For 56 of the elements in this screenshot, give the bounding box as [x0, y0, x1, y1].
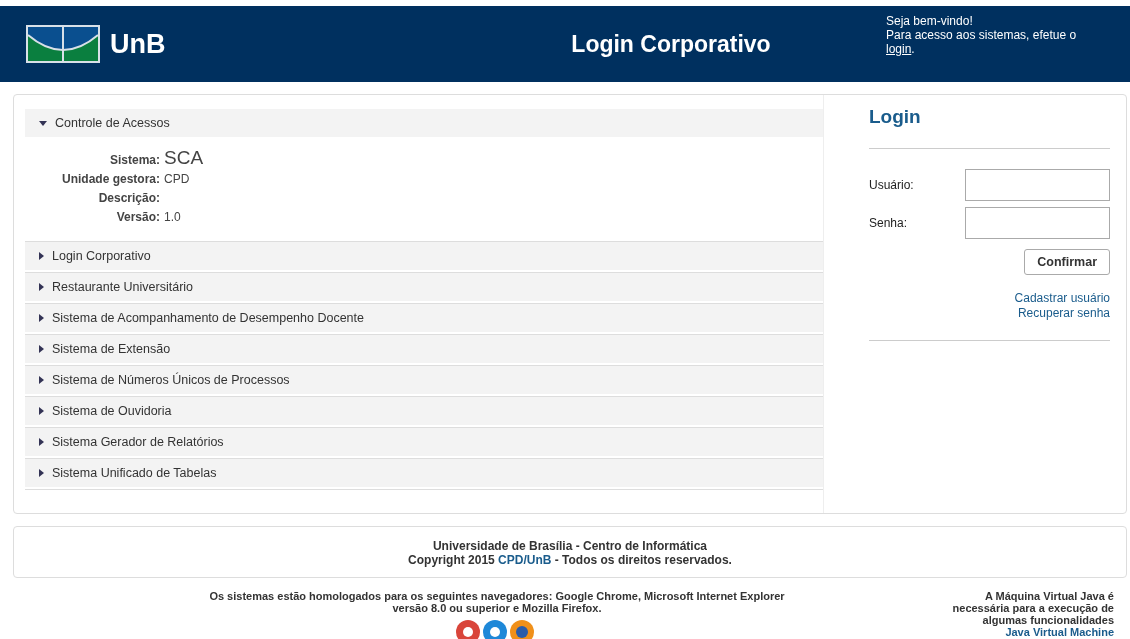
- accordion-title: Sistema de Extensão: [52, 342, 171, 356]
- browser-note: Os sistemas estão homologados para os seguintes navegadores: Google Chrome, Microsoft Internet Explorer: [208, 590, 786, 602]
- browser-note: versão 8.0 ou superior e Mozilla Firefox.: [391, 602, 603, 614]
- caret-icon: [39, 469, 44, 477]
- caret-icon: [39, 314, 44, 322]
- caret-icon: [39, 252, 44, 260]
- java-note: algumas funcionalidades: [981, 614, 1114, 626]
- login-option-link[interactable]: Recuperar senha: [1017, 306, 1110, 320]
- caret-icon: [39, 120, 47, 126]
- accordion-title: Login Corporativo: [52, 249, 151, 263]
- accordion-title: Sistema de Ouvidoria: [52, 404, 172, 418]
- java-note: necessária para a execução de: [951, 602, 1114, 614]
- footer-text: Universidade de Brasília - Centro de Informática: [431, 539, 709, 553]
- accordion-header[interactable]: Sistema de Acompanhamento de Desempenho Docente: [25, 304, 823, 332]
- accordion-title: Sistema Unificado de Tabelas: [52, 466, 217, 480]
- accordion-header[interactable]: Login Corporativo: [25, 242, 823, 270]
- field-label: Senha:: [869, 216, 908, 230]
- detail-label: Versão:: [115, 210, 160, 224]
- input-field[interactable]: [965, 207, 1110, 239]
- detail-value: 1.0: [164, 210, 181, 224]
- accordion-header[interactable]: Sistema Gerador de Relatórios: [25, 428, 823, 456]
- logo-icon: [26, 25, 100, 63]
- accordion-header[interactable]: Sistema de Extensão: [25, 335, 823, 363]
- page-title: Login Corporativo: [570, 30, 772, 58]
- caret-icon: [39, 438, 44, 446]
- login-title: Login: [869, 105, 922, 128]
- accordion-title: Controle de Acessos: [55, 116, 170, 130]
- caret-icon: [39, 283, 44, 291]
- detail-label: Unidade gestora:: [61, 172, 160, 186]
- field-label: Usuário:: [869, 178, 914, 192]
- accordion-title: Sistema Gerador de Relatórios: [52, 435, 224, 449]
- accordion-header[interactable]: Sistema de Ouvidoria: [25, 397, 823, 425]
- caret-icon: [39, 407, 44, 415]
- caret-icon: [39, 376, 44, 384]
- accordion-header[interactable]: Sistema Unificado de Tabelas: [25, 459, 823, 487]
- detail-value: CPD: [164, 172, 190, 186]
- java-note: A Máquina Virtual Java é: [984, 590, 1114, 602]
- accordion-title: Sistema de Números Únicos de Processos: [52, 373, 290, 387]
- confirm-button[interactable]: Confirmar: [1024, 249, 1110, 275]
- welcome-text: Para acesso aos sistemas, efetue o login.: [886, 28, 1078, 56]
- detail-label: Descrição:: [97, 191, 160, 205]
- accordion-header[interactable]: Sistema de Números Únicos de Processos: [25, 366, 823, 394]
- detail-value: SCA: [164, 147, 204, 169]
- logo-text: UnB: [110, 28, 166, 60]
- accordion-title: Restaurante Universitário: [52, 280, 194, 294]
- welcome-text: Seja bem-vindo!: [886, 14, 974, 28]
- accordion-header[interactable]: Restaurante Universitário: [25, 273, 823, 301]
- input-field[interactable]: [965, 169, 1110, 201]
- footer-text: Copyright 2015 CPD/UnB - Todos os direitos reservados.: [407, 553, 733, 567]
- caret-icon: [39, 345, 44, 353]
- cpd-link[interactable]: CPD/UnB: [498, 553, 552, 567]
- accordion-title: Sistema de Acompanhamento de Desempenho Docente: [52, 311, 364, 325]
- login-option-link[interactable]: Cadastrar usuário: [1014, 291, 1110, 305]
- java-link[interactable]: Java Virtual Machine: [864, 626, 1114, 638]
- detail-label: Sistema:: [108, 153, 160, 167]
- accordion-header[interactable]: Controle de Acessos: [25, 109, 823, 137]
